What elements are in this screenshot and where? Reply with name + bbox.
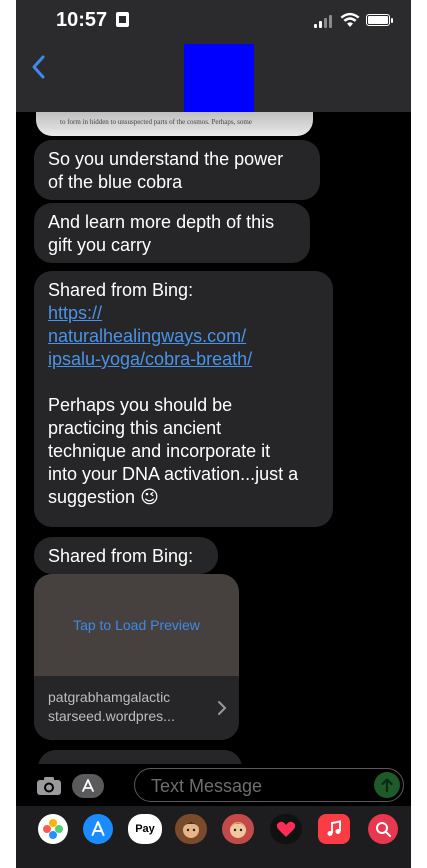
message-text-input[interactable] (149, 774, 373, 798)
link-preview-footer[interactable]: patgrabhamgalactic starseed.wordpres... (34, 676, 239, 740)
chevron-right-icon (218, 701, 227, 715)
tap-to-load-preview-link[interactable]: Tap to Load Preview (73, 617, 200, 633)
link-preview-domain-line: patgrabhamgalactic (48, 689, 171, 705)
message-thread: to form in hidden to unsuspected parts o… (16, 112, 411, 764)
image-caption-text: to form in hidden to unsuspected parts o… (60, 118, 252, 126)
app-store-icon[interactable] (83, 814, 113, 844)
camera-icon[interactable] (36, 776, 62, 796)
send-button[interactable] (374, 772, 400, 798)
photos-app-icon[interactable] (38, 814, 68, 844)
battery-icon (366, 14, 393, 26)
back-chevron-icon[interactable] (28, 50, 52, 84)
shared-link[interactable]: https:// (48, 302, 319, 325)
message-line: Shared from Bing: (48, 546, 194, 566)
apple-pay-label: Pay (135, 823, 155, 835)
shared-link[interactable]: ipsalu-yoga/cobra-breath/ (48, 348, 319, 371)
images-search-icon[interactable] (368, 814, 398, 844)
cellular-signal-icon (314, 14, 336, 28)
link-preview-image-area[interactable]: Tap to Load Preview (34, 574, 239, 676)
shared-from-label: Shared from Bing: (48, 280, 194, 300)
app-store-icon (82, 779, 94, 792)
message-bubble-partial[interactable] (38, 750, 242, 764)
conversation-header: 10:57 (16, 0, 411, 112)
link-preview-domain-line: starseed.wordpres... (48, 708, 175, 724)
message-line: practicing this ancient (48, 418, 222, 438)
compose-bar (16, 764, 411, 806)
message-bubble[interactable]: So you understand the power of the blue … (34, 140, 320, 200)
message-line: Perhaps you should be (48, 395, 233, 415)
home-indicator-area (16, 852, 411, 868)
message-line: technique and incorporate it (48, 441, 271, 461)
message-line: And learn more depth of this (48, 212, 275, 232)
music-app-icon[interactable] (318, 814, 350, 844)
message-bubble[interactable]: Shared from Bing: (34, 537, 218, 574)
memoji-icon[interactable] (175, 814, 207, 844)
link-preview-domain: patgrabhamgalactic starseed.wordpres... (48, 688, 208, 726)
wifi-icon (340, 12, 360, 27)
app-store-button[interactable] (72, 774, 104, 798)
message-line: into your DNA activation...just a (48, 464, 299, 484)
message-line: gift you carry (48, 235, 152, 255)
message-line: of the blue cobra (48, 172, 183, 192)
digital-touch-icon[interactable] (270, 814, 302, 844)
memoji-stickers-icon[interactable] (222, 814, 254, 844)
apple-pay-icon[interactable]: Pay (128, 814, 162, 844)
messages-screen: 10:57 to form in hidden to unsuspected p… (16, 0, 411, 868)
message-bubble[interactable]: Shared from Bing: https:// naturalhealin… (34, 271, 333, 527)
status-time: 10:57 (56, 9, 108, 31)
sim-card-icon (116, 12, 129, 27)
link-preview-card[interactable]: Tap to Load Preview patgrabhamgalactic s… (34, 574, 239, 740)
imessage-app-drawer: Pay (16, 806, 411, 852)
message-input-container[interactable] (134, 768, 404, 802)
shared-link[interactable]: naturalhealingways.com/ (48, 325, 319, 348)
status-bar: 10:57 (16, 0, 411, 44)
message-bubble[interactable]: And learn more depth of this gift you ca… (34, 203, 310, 263)
contact-avatar-redacted[interactable] (184, 44, 254, 112)
image-attachment[interactable]: to form in hidden to unsuspected parts o… (36, 112, 313, 136)
message-line: suggestion 😉 (48, 487, 159, 507)
message-line: So you understand the power (48, 149, 284, 169)
arrow-up-icon (381, 778, 393, 793)
